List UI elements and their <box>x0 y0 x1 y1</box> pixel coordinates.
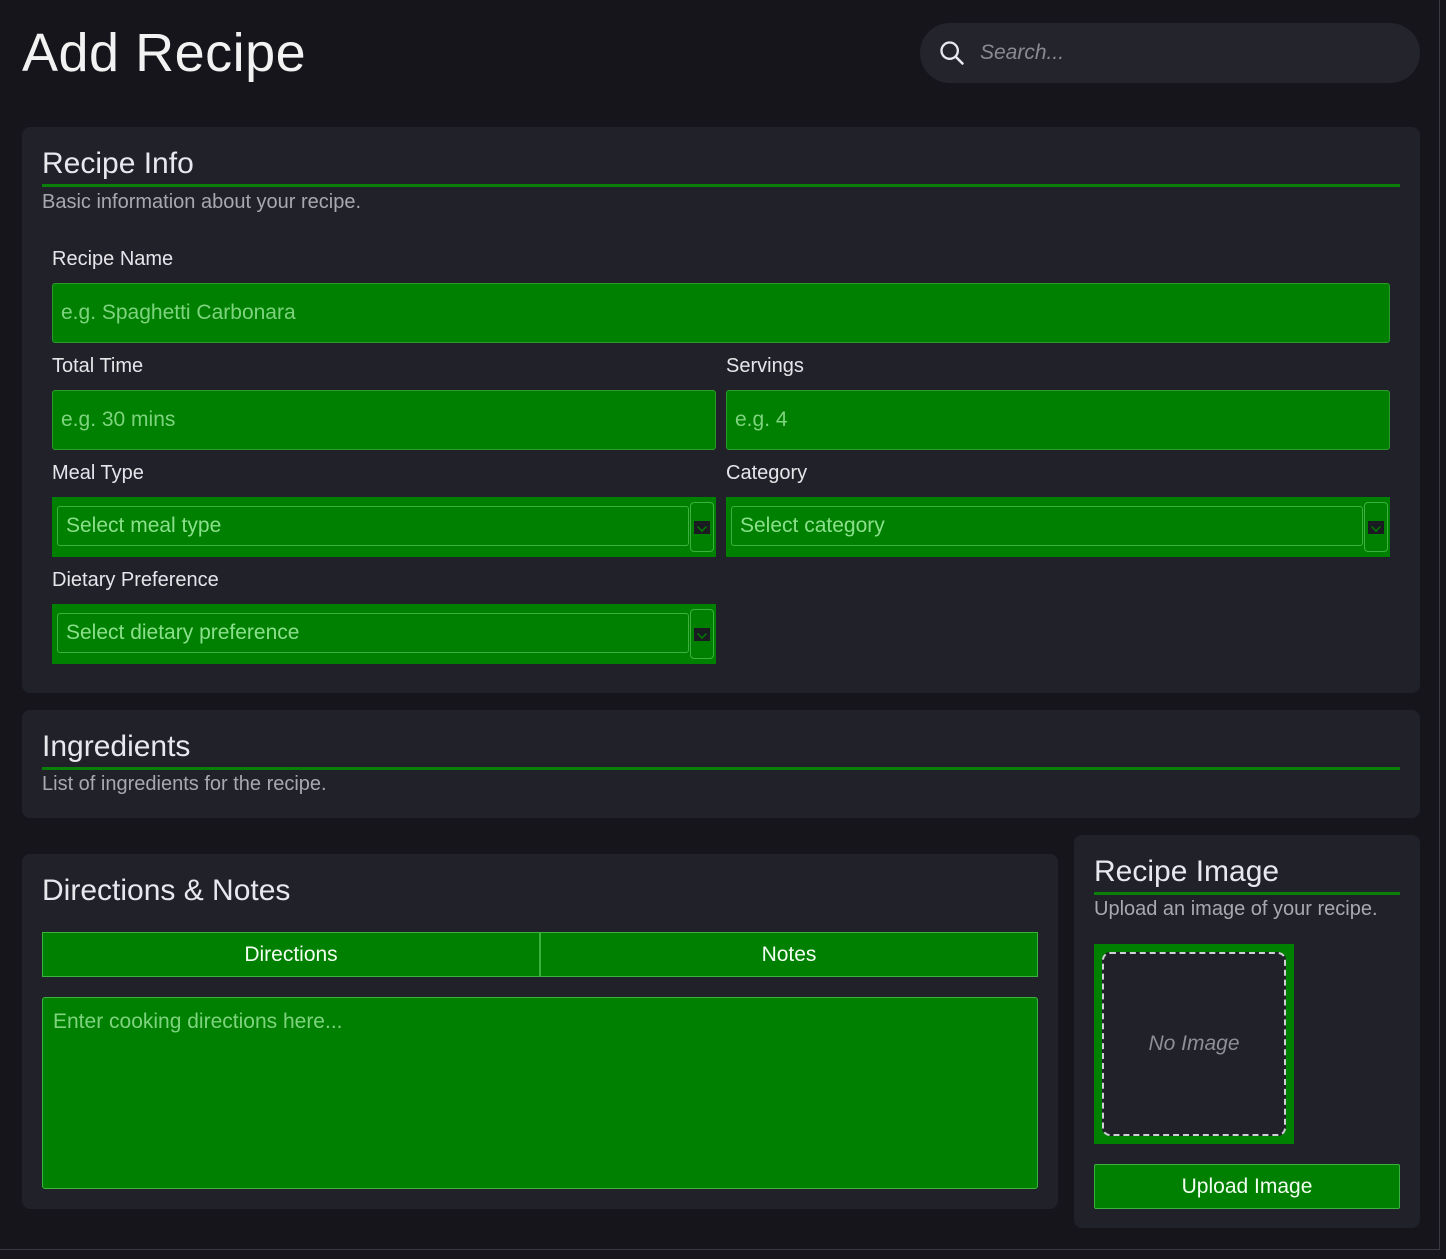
dietary-dropdown-button[interactable] <box>690 609 714 659</box>
recipe-image-title: Recipe Image <box>1094 855 1280 888</box>
recipe-info-subtitle: Basic information about your recipe. <box>42 191 362 213</box>
dietary-value: Select dietary preference <box>57 613 689 653</box>
upload-image-button[interactable]: Upload Image <box>1094 1164 1400 1209</box>
servings-input[interactable] <box>726 390 1390 450</box>
servings-label: Servings <box>726 355 804 377</box>
meal-type-label: Meal Type <box>52 462 144 484</box>
directions-title: Directions & Notes <box>42 874 291 907</box>
total-time-label: Total Time <box>52 355 144 377</box>
page-title: Add Recipe <box>22 23 307 83</box>
image-dropzone[interactable]: No Image <box>1102 952 1286 1136</box>
recipe-image-subtitle: Upload an image of your recipe. <box>1094 898 1378 920</box>
chevron-down-icon <box>1368 520 1384 534</box>
dietary-label: Dietary Preference <box>52 569 219 591</box>
section-divider <box>42 184 1400 187</box>
recipe-info-title: Recipe Info <box>42 147 194 180</box>
app-window: Add Recipe Recipe Info Basic information… <box>0 0 1440 1250</box>
chevron-down-icon <box>694 627 710 641</box>
section-divider <box>1094 892 1400 895</box>
search-bar[interactable] <box>920 23 1420 83</box>
search-input[interactable] <box>980 41 1380 65</box>
chevron-down-icon <box>694 520 710 534</box>
ingredients-subtitle: List of ingredients for the recipe. <box>42 773 327 795</box>
tab-directions[interactable]: Directions <box>42 932 540 977</box>
total-time-input[interactable] <box>52 390 716 450</box>
tab-notes[interactable]: Notes <box>540 932 1038 977</box>
category-label: Category <box>726 462 808 484</box>
ingredients-card: Ingredients List of ingredients for the … <box>22 710 1420 818</box>
recipe-name-input[interactable] <box>52 283 1390 343</box>
recipe-name-label: Recipe Name <box>52 248 174 270</box>
search-icon <box>940 41 964 65</box>
meal-type-value: Select meal type <box>57 506 689 546</box>
dietary-select[interactable]: Select dietary preference <box>52 604 716 664</box>
meal-type-dropdown-button[interactable] <box>690 502 714 552</box>
category-value: Select category <box>731 506 1363 546</box>
category-dropdown-button[interactable] <box>1364 502 1388 552</box>
section-divider <box>42 767 1400 770</box>
meal-type-select[interactable]: Select meal type <box>52 497 716 557</box>
ingredients-title: Ingredients <box>42 730 191 763</box>
category-select[interactable]: Select category <box>726 497 1390 557</box>
directions-textarea[interactable] <box>42 997 1038 1189</box>
image-preview-frame: No Image <box>1094 944 1294 1144</box>
